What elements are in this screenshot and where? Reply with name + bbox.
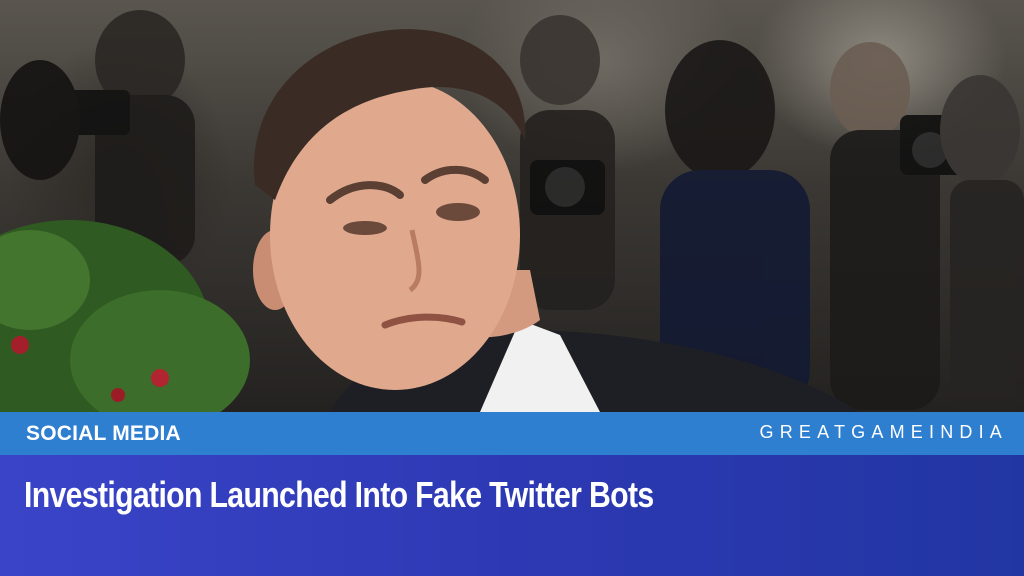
headline-band: Investigation Launched Into Fake Twitter… bbox=[0, 455, 1024, 576]
category-label[interactable]: SOCIAL MEDIA bbox=[26, 422, 181, 446]
featured-photo bbox=[0, 0, 1024, 412]
article-headline[interactable]: Investigation Launched Into Fake Twitter… bbox=[24, 474, 654, 516]
brand-wordmark: GREATGAMEINDIA bbox=[759, 422, 1008, 442]
category-bar: SOCIAL MEDIA GREATGAMEINDIA bbox=[0, 412, 1024, 455]
article-thumbnail-card: SOCIAL MEDIA GREATGAMEINDIA Investigatio… bbox=[0, 0, 1024, 576]
